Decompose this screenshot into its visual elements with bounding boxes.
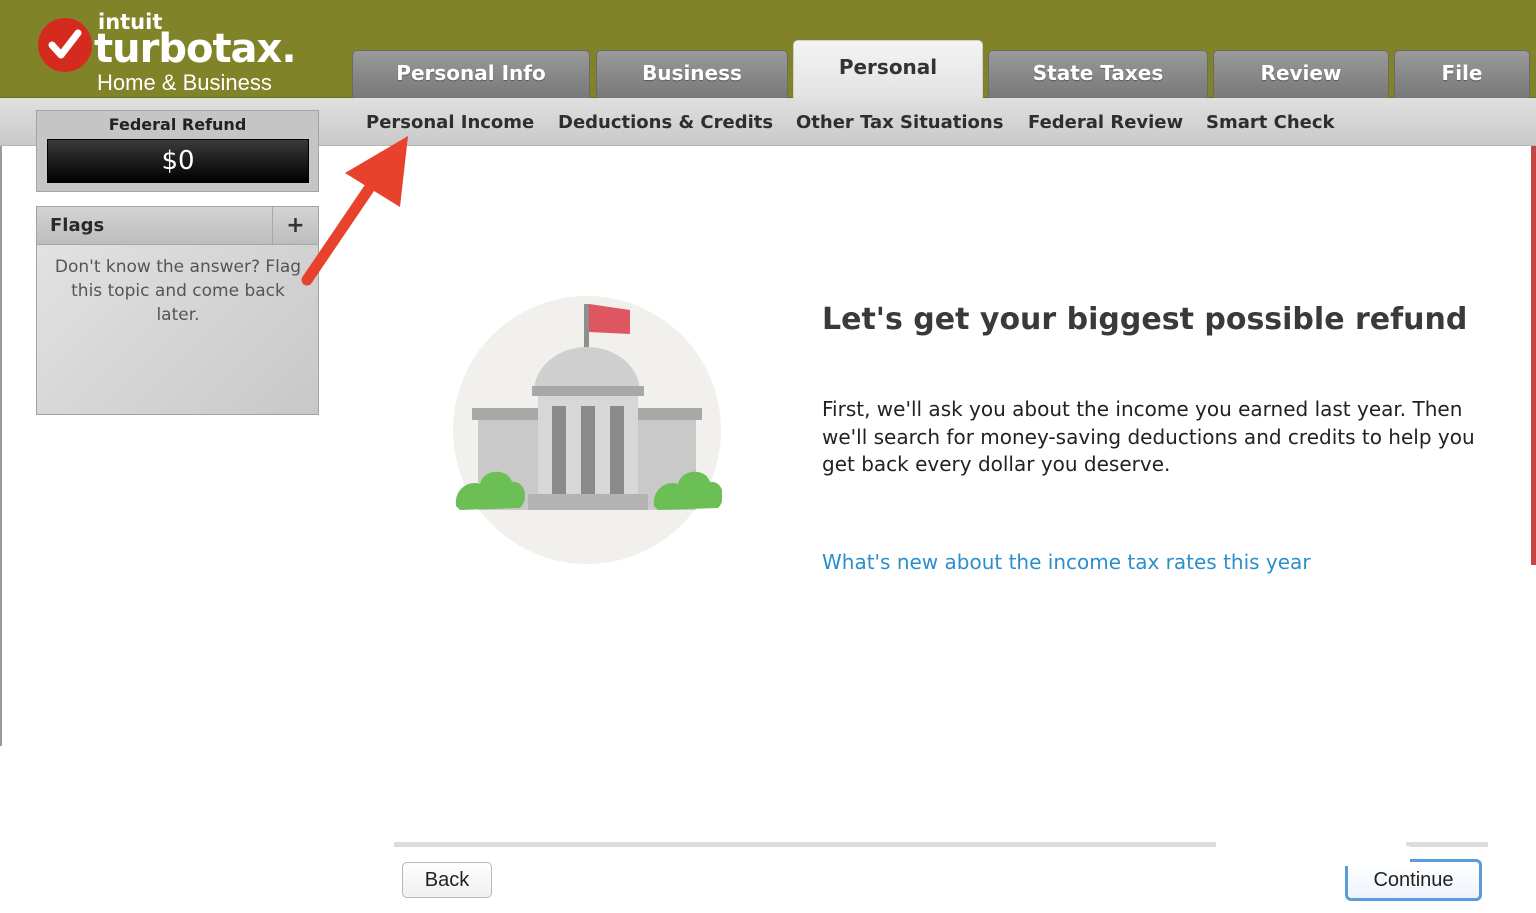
turbotax-window: intuit turbotax. Home & Business Persona… — [0, 0, 1536, 913]
continue-overlap-mask — [1340, 846, 1410, 866]
tax-rates-info-link[interactable]: What's new about the income tax rates th… — [822, 550, 1311, 574]
federal-refund-amount: $0 — [47, 139, 309, 183]
federal-refund-label: Federal Refund — [108, 115, 247, 134]
tab-file[interactable]: File — [1394, 50, 1530, 98]
tab-business[interactable]: Business — [596, 50, 788, 98]
turbotax-wordmark: turbotax. — [94, 26, 297, 72]
flags-header: Flags + — [37, 207, 318, 245]
subnav-federal-review[interactable]: Federal Review — [1028, 112, 1183, 133]
tab-state-taxes[interactable]: State Taxes — [988, 50, 1208, 98]
edition-label: Home & Business — [97, 70, 272, 95]
flags-panel: Flags + Don't know the answer? Flag this… — [36, 206, 319, 415]
subnav-other-tax-situations[interactable]: Other Tax Situations — [796, 112, 1003, 133]
capitol-building-icon — [453, 296, 722, 564]
window-edge-right — [1531, 140, 1536, 565]
subnav-smart-check[interactable]: Smart Check — [1206, 112, 1335, 133]
red-arrow-annotation-icon — [301, 136, 408, 286]
flags-title: Flags — [50, 215, 105, 236]
flags-help-text: Don't know the answer? Flag this topic a… — [54, 257, 302, 325]
subnav-deductions-credits[interactable]: Deductions & Credits — [558, 112, 773, 133]
checkmark-logo-icon — [38, 18, 92, 72]
page-heading: Let's get your biggest possible refund — [822, 302, 1468, 337]
app-header: intuit turbotax. Home & Business Persona… — [0, 0, 1536, 99]
federal-refund-panel: Federal Refund $0 — [36, 110, 319, 192]
tab-personal[interactable]: Personal — [793, 40, 983, 99]
turbotax-logo: intuit turbotax. Home & Business — [34, 10, 304, 96]
page-description: First, we'll ask you about the income yo… — [822, 397, 1475, 476]
tab-personal-info[interactable]: Personal Info — [352, 50, 590, 98]
tab-review[interactable]: Review — [1213, 50, 1389, 98]
window-edge-left — [0, 146, 2, 746]
back-button[interactable]: Back — [402, 862, 492, 898]
